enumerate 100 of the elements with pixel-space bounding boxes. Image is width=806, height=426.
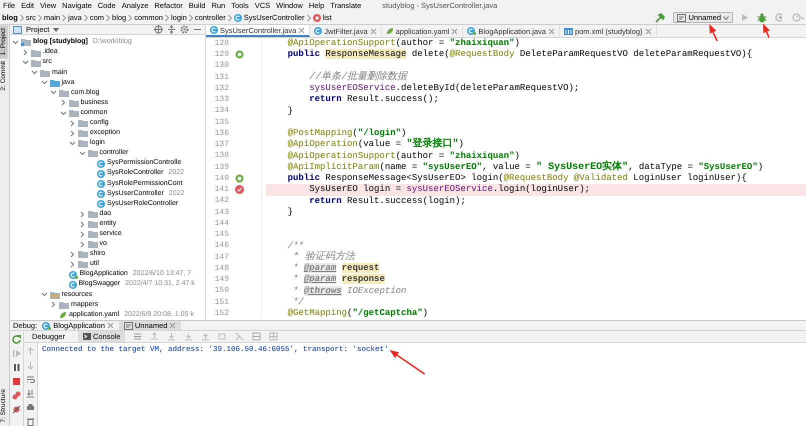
chevron-right-icon[interactable] [69,120,76,127]
chevron-right-icon[interactable] [60,99,66,106]
trash-icon[interactable] [26,417,35,426]
collapse-icon[interactable] [167,25,176,34]
chevron-right-icon[interactable] [69,130,76,137]
wrap-icon[interactable] [26,375,35,384]
line-number: 135 [214,118,230,128]
close-icon[interactable] [644,28,652,34]
code-line: @PostMapping("/login") [286,128,408,140]
code-line: @ApiImplicitParam(name = "sysUserEO", value = " SysUserEO实体", dataType = "SysUserEO") [286,162,764,173]
chevron-down-icon[interactable] [40,291,48,298]
line-number: 138 [214,151,230,161]
table-icon[interactable] [252,332,262,341]
close-icon[interactable] [106,322,114,329]
line-number: 134 [214,106,230,116]
line-number: 149 [214,275,230,285]
line-number: 152 [214,308,230,318]
stop-icon[interactable] [12,377,21,386]
chevron-right-icon[interactable] [69,260,76,268]
console-icon [82,333,91,340]
code-line: * @throws IOException [292,286,408,297]
class-icon [68,270,78,279]
folder-icon [59,300,69,309]
line-number: 140 [214,174,230,184]
line-number: 131 [214,72,230,82]
chevron-down-icon[interactable] [40,79,48,86]
line-number: 137 [214,140,230,150]
chevron-right-icon[interactable] [69,250,76,258]
bug-icon[interactable] [757,12,767,22]
code-line: return Result.success(); [308,94,440,106]
code-line: * 验证码方法 [292,252,356,263]
chevron-down-icon[interactable] [50,89,57,96]
line-number: 145 [214,230,230,240]
class-icon [97,180,105,188]
chevron-right-icon [106,14,110,22]
close-icon[interactable] [298,26,306,34]
chevron-right-icon [128,14,132,22]
chevron-right-icon[interactable] [78,240,86,248]
code-line: @ApiOperationSupport(author = "zhaixiquan") [286,150,521,162]
breakpoints-icon[interactable] [12,391,21,400]
chevron-right-icon [164,14,169,22]
code-line: public ResponseMessage delete(@RequestBody DeleteParamRequestVO deleteParamRequestVO){ [286,49,754,60]
close-icon[interactable] [169,322,176,329]
code-line: @ApiOperation(value = "登录接口") [286,139,465,150]
code-line: } [286,206,294,218]
gutter-marker-icon[interactable] [234,174,244,184]
code-line: /** [286,240,305,252]
chevron-right-icon[interactable] [78,220,86,228]
code-line: public ResponseMessage<SysUserEO> login(@RequestBody @Validated LoginUser loginUser){ [286,173,748,184]
hammer-icon[interactable] [655,12,666,22]
settings-icon[interactable] [180,25,189,34]
caret-icon [723,16,729,20]
class-icon [97,200,105,208]
class-icon [42,322,52,330]
scroll-end-icon[interactable] [26,389,35,398]
line-number: 147 [214,252,230,262]
chevron-right-icon [38,14,42,22]
line-number: 144 [214,218,230,228]
class-icon [97,190,105,198]
chevron-down-icon[interactable] [22,59,28,66]
target-icon[interactable] [154,25,163,34]
leaf-file-icon [386,27,394,35]
class-icon [210,26,218,34]
chevron-right-icon [306,14,311,22]
chevron-right-icon[interactable] [78,230,86,238]
close-icon[interactable] [548,28,555,34]
gutter-marker-icon[interactable] [234,50,244,60]
breakpoint-icon[interactable] [234,185,244,194]
code-line: } [286,106,294,117]
chevron-right-icon [188,14,193,22]
print-icon[interactable] [26,403,35,412]
annotation-arrow [390,350,425,375]
mute-breakpoints-icon[interactable] [12,405,21,414]
class-icon [97,170,105,178]
code-line: return Result.success(login); [308,196,467,207]
chevron-right-icon[interactable] [50,301,57,308]
class-icon [234,14,242,22]
pause-icon[interactable] [12,363,21,372]
module-folder-icon [21,38,31,46]
code-line: */ [292,296,305,308]
chevron-right-icon[interactable] [78,210,86,218]
chevron-down-icon[interactable] [31,69,38,76]
code-line: sysUserEOService.deleteById(deleteParamRequestVO); [308,83,580,94]
line-number: 133 [214,95,230,105]
chevron-down-icon[interactable] [78,150,86,157]
line-number: 128 [214,38,230,48]
run-config-icon [124,322,133,330]
close-icon[interactable] [370,28,377,34]
code-line: @GetMapping("/getCaptcha") [286,308,430,320]
menu-icon[interactable] [133,332,142,341]
chevron-down-icon[interactable] [60,110,66,117]
caret-icon[interactable] [53,28,60,32]
line-number: 148 [214,264,230,274]
close-icon[interactable] [451,28,458,34]
chevron-down-icon[interactable] [69,140,76,147]
chevron-right-icon[interactable] [22,49,28,56]
rerun-icon[interactable] [12,335,21,344]
chevron-down-icon[interactable] [12,38,19,46]
line-number: 150 [214,286,230,296]
line-number: 136 [214,128,230,138]
